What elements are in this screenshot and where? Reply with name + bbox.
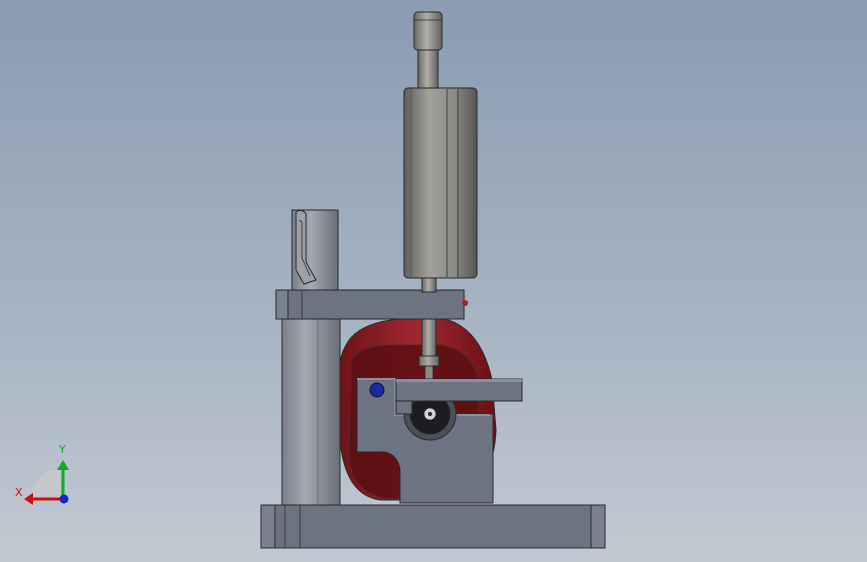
- horizontal-arm[interactable]: [275, 289, 468, 320]
- coordinate-triad: [24, 460, 69, 505]
- model-view[interactable]: [0, 0, 867, 562]
- post-clamp[interactable]: [291, 209, 339, 291]
- cad-viewport[interactable]: Y X: [0, 0, 867, 562]
- vertical-post[interactable]: [281, 317, 341, 506]
- x-axis-label: X: [15, 486, 23, 499]
- y-axis-label: Y: [59, 443, 66, 456]
- base-plate[interactable]: [260, 504, 606, 549]
- z-axis-icon: [59, 494, 69, 504]
